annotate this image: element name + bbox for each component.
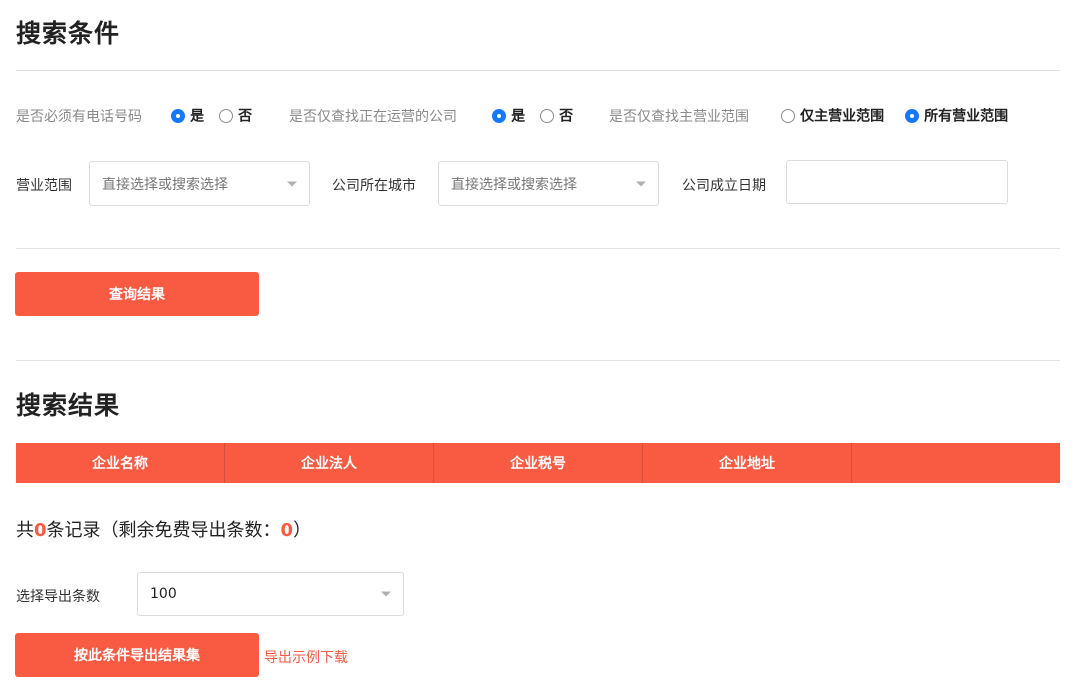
main-scope-only-main-label: 仅主营业范围 <box>800 108 885 125</box>
company-city-label: 公司所在城市 <box>332 178 416 194</box>
total-count: 0 <box>34 520 47 541</box>
chevron-down-icon <box>287 181 297 186</box>
phone-required-no-label: 否 <box>238 108 253 125</box>
operating-only-label: 是否仅查找正在运营的公司 <box>289 109 457 125</box>
phone-required-label: 是否必须有电话号码 <box>16 109 142 125</box>
export-count-label: 选择导出条数 <box>16 589 100 605</box>
column-header-legal-person: 企业法人 <box>225 443 434 483</box>
export-button[interactable]: 按此条件导出结果集 <box>15 633 259 677</box>
main-scope-only-all[interactable]: 所有营业范围 <box>905 105 1008 126</box>
radio-selected-icon[interactable] <box>905 108 919 123</box>
phone-required-yes[interactable]: 是 <box>171 105 204 126</box>
summary-middle: 条记录（剩余免费导出条数： <box>46 520 281 541</box>
remaining-count: 0 <box>280 520 294 541</box>
column-header-company-name: 企业名称 <box>16 443 225 483</box>
main-scope-only-main[interactable]: 仅主营业范围 <box>781 105 884 126</box>
company-city-select[interactable]: 直接选择或搜索选择 <box>438 161 659 206</box>
divider-results <box>16 360 1060 361</box>
operating-only-yes[interactable]: 是 <box>492 105 525 126</box>
operating-only-yes-label: 是 <box>511 108 526 125</box>
radio-selected-icon[interactable] <box>171 108 185 123</box>
search-conditions-title: 搜索条件 <box>16 19 121 48</box>
founded-date-input[interactable] <box>786 160 1008 204</box>
radio-unselected-icon[interactable] <box>781 108 795 123</box>
radio-unselected-icon[interactable] <box>540 108 554 123</box>
company-city-placeholder: 直接选择或搜索选择 <box>451 176 577 193</box>
operating-only-no[interactable]: 否 <box>540 105 573 126</box>
column-header-tax-number: 企业税号 <box>434 443 643 483</box>
export-example-link[interactable]: 导出示例下载 <box>264 647 348 667</box>
results-table-header: 企业名称 企业法人 企业税号 企业地址 <box>16 443 1060 483</box>
column-header-empty <box>852 443 1060 483</box>
divider-middle <box>16 248 1060 249</box>
business-scope-placeholder: 直接选择或搜索选择 <box>102 176 228 193</box>
phone-required-no[interactable]: 否 <box>219 105 252 126</box>
summary-prefix: 共 <box>16 520 34 541</box>
founded-date-label: 公司成立日期 <box>682 178 766 194</box>
divider-top <box>16 70 1060 71</box>
radio-unselected-icon[interactable] <box>219 108 233 123</box>
phone-required-yes-label: 是 <box>190 108 205 125</box>
search-results-title: 搜索结果 <box>16 391 121 420</box>
query-button[interactable]: 查询结果 <box>15 272 259 316</box>
column-header-address: 企业地址 <box>643 443 852 483</box>
radio-selected-icon[interactable] <box>492 108 506 123</box>
chevron-down-icon <box>636 181 646 186</box>
business-scope-label: 营业范围 <box>16 178 72 194</box>
summary-suffix: ） <box>293 520 312 541</box>
business-scope-select[interactable]: 直接选择或搜索选择 <box>89 161 310 206</box>
record-summary: 共0条记录（剩余免费导出条数：0） <box>16 516 311 542</box>
chevron-down-icon <box>381 591 391 597</box>
main-scope-only-all-label: 所有营业范围 <box>924 108 1009 125</box>
main-scope-only-label: 是否仅查找主营业范围 <box>609 109 749 125</box>
export-count-select[interactable]: 100 <box>137 572 404 616</box>
export-count-value: 100 <box>150 586 177 602</box>
operating-only-no-label: 否 <box>559 108 574 125</box>
